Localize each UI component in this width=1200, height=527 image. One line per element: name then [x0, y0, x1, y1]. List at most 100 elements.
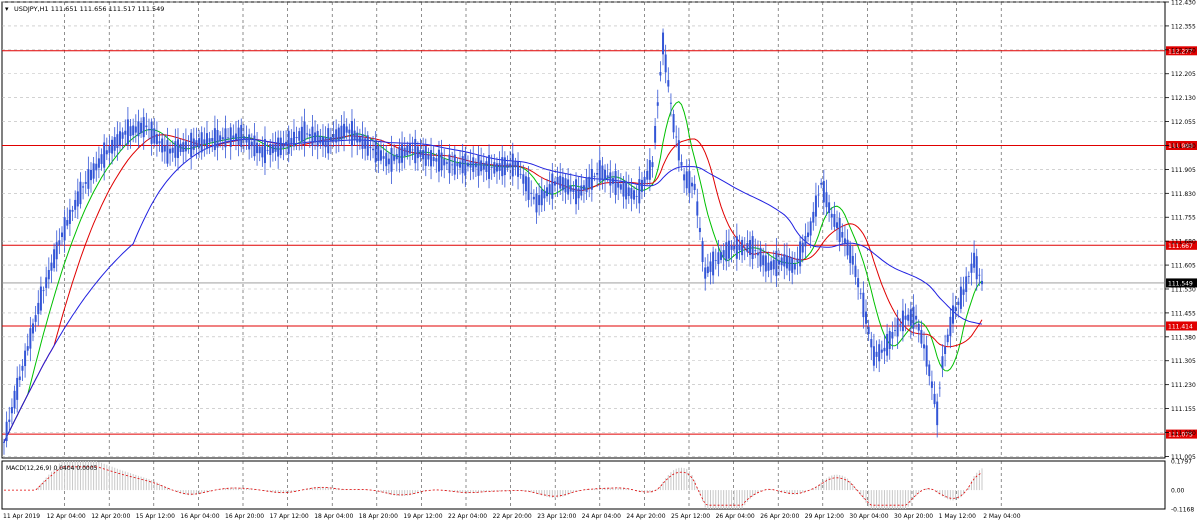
- candle-body: [920, 329, 923, 344]
- candle-body: [704, 267, 707, 279]
- candle-body: [936, 401, 939, 426]
- candle-body: [807, 232, 810, 238]
- candle-body: [825, 192, 828, 208]
- chart-canvas[interactable]: 112.277111.980111.667111.414111.075111.5…: [0, 0, 1200, 523]
- candle-body: [978, 274, 981, 276]
- time-tick-label: 24 Apr 20:00: [626, 513, 665, 520]
- candle-body: [306, 133, 309, 135]
- candle-body: [221, 137, 224, 140]
- macd-tick-label: 0.1797: [1171, 459, 1192, 466]
- candle-body: [124, 130, 127, 135]
- candle-body: [654, 125, 657, 143]
- candle-body: [47, 270, 50, 280]
- candle-body: [812, 211, 815, 223]
- candle-body: [169, 148, 172, 154]
- candle-body: [461, 156, 464, 174]
- price-tick-label: 111.755: [1171, 215, 1196, 222]
- candle-body: [551, 173, 554, 199]
- chart-window[interactable]: 112.277 111.980 111.667 111.414 111.075 111.5…: [0, 0, 1200, 523]
- candle-body: [532, 196, 535, 200]
- candle-body: [596, 173, 599, 175]
- candle-body: [340, 125, 343, 140]
- candle-body: [145, 125, 148, 128]
- candle-body: [464, 153, 467, 176]
- candle-body: [659, 72, 662, 76]
- candle-body: [759, 247, 762, 267]
- candle-body: [16, 377, 19, 400]
- candle-body: [311, 126, 314, 147]
- price-tick-label: 111.380: [1171, 334, 1196, 341]
- candle-body: [290, 137, 293, 144]
- candle-body: [3, 442, 5, 443]
- candle-body: [256, 142, 259, 154]
- candle-body: [691, 182, 694, 187]
- candle-body: [601, 165, 604, 181]
- candle-body: [746, 242, 749, 253]
- candle-body: [675, 136, 678, 138]
- candle-body: [488, 155, 491, 179]
- candle-body: [298, 131, 301, 141]
- candle-body: [867, 326, 870, 335]
- candle-body: [466, 162, 469, 167]
- candle-body: [590, 169, 593, 190]
- candle-body: [559, 175, 562, 189]
- candle-body: [39, 286, 42, 311]
- candle-body: [883, 347, 886, 352]
- price-tick-label: 111.080: [1171, 430, 1196, 437]
- candle-body: [901, 310, 904, 332]
- candle-body: [427, 154, 430, 160]
- candle-body: [688, 171, 691, 194]
- candle-body: [944, 346, 947, 355]
- candle-body: [611, 178, 614, 184]
- candle-body: [250, 141, 253, 147]
- candle-body: [904, 315, 907, 320]
- candle-body: [865, 311, 868, 324]
- time-tick-label: 30 Apr 04:00: [849, 513, 888, 520]
- candle-body: [609, 172, 612, 186]
- chart-menu-glyph[interactable]: ▾: [5, 5, 9, 13]
- candle-body: [474, 162, 477, 168]
- price-tick-label: 111.680: [1171, 239, 1196, 246]
- candle-body: [140, 122, 143, 134]
- candle-body: [213, 128, 216, 151]
- candle-body: [952, 305, 955, 324]
- candle-body: [150, 121, 153, 144]
- price-tick-label: 112.130: [1171, 95, 1196, 102]
- time-tick-label: 25 Apr 12:00: [671, 513, 710, 520]
- candle-body: [390, 147, 393, 172]
- candle-body: [234, 133, 237, 140]
- candle-body: [343, 123, 346, 139]
- candle-body: [356, 132, 359, 143]
- candle-body: [327, 128, 330, 154]
- candle-body: [31, 323, 34, 334]
- candle-body: [593, 176, 596, 178]
- candle-body: [967, 275, 970, 277]
- candle-body: [838, 217, 841, 243]
- candle-body: [588, 176, 591, 188]
- candle-body: [509, 163, 512, 168]
- candle-body: [377, 145, 380, 161]
- candle-body: [743, 247, 746, 249]
- candle-body: [646, 170, 649, 180]
- candle-body: [190, 132, 193, 157]
- candle-body: [184, 141, 187, 152]
- candle-body: [472, 157, 475, 172]
- candle-body: [158, 141, 161, 144]
- candle-body: [176, 139, 179, 159]
- price-tick-label: 112.055: [1171, 119, 1196, 126]
- price-tick-label: 111.605: [1171, 263, 1196, 270]
- candle-body: [372, 148, 375, 151]
- candle-body: [395, 154, 398, 160]
- candle-body: [527, 177, 530, 200]
- candle-body: [630, 187, 633, 199]
- candle-body: [50, 262, 53, 271]
- candle-body: [84, 182, 87, 184]
- candle-body: [912, 306, 915, 329]
- candle-body: [229, 127, 232, 148]
- candle-body: [58, 240, 61, 246]
- candle-body: [108, 146, 111, 153]
- price-tick-label: 111.305: [1171, 358, 1196, 365]
- time-tick-label: 17 Apr 12:00: [270, 513, 309, 520]
- candle-body: [524, 176, 527, 192]
- candle-body: [493, 162, 496, 174]
